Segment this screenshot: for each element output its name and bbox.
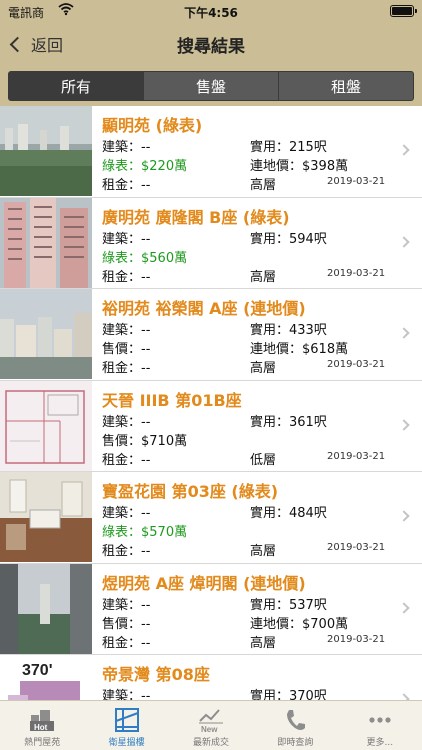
listing-list: 顯明苑 (綠表) 建築：-- 實用：215呎 綠表：$220萬 連地價：$398… (0, 106, 422, 700)
gross-area: 建築：-- (102, 597, 151, 613)
rent: 租金：-- (102, 544, 151, 559)
chevron-right-icon (398, 601, 410, 614)
phone-icon (287, 710, 306, 730)
land-premium-price: 連地價：$700萬 (250, 616, 349, 632)
navigation-bar: 返回 搜尋結果 (0, 22, 422, 64)
tab-instant-enquiry[interactable]: 即時查詢 (253, 701, 337, 750)
usable-area: 實用：484呎 (250, 506, 327, 521)
rent: 租金：-- (102, 269, 151, 285)
property-photo (0, 563, 92, 654)
floor-level: 低層 (250, 452, 277, 468)
filter-bar: 所有 售盤 租盤 (0, 64, 422, 106)
gross-area: 建築：-- (102, 231, 151, 247)
usable-area: 實用：370呎 (250, 689, 327, 700)
chevron-right-icon (398, 144, 410, 156)
listing-row[interactable]: 廣明苑 廣隆閣 B座 (綠表) 建築：-- 實用：594呎 綠表：$560萬 租… (0, 197, 422, 289)
usable-area: 實用：361呎 (250, 414, 327, 430)
usable-area: 實用：215呎 (250, 140, 327, 155)
sale-price: 售價：-- (102, 616, 151, 632)
gross-area: 建築：-- (102, 140, 151, 155)
listing-row[interactable]: 天晉 IIIB 第01B座 建築：-- 實用：361呎 售價：$710萬 租金：… (0, 380, 422, 472)
usable-area: 實用：594呎 (250, 231, 327, 247)
tab-latest-transactions[interactable]: New 最新成交 (169, 701, 253, 750)
rent: 租金：-- (102, 635, 151, 651)
listing-date: 2019-03-21 (327, 267, 386, 279)
page-title: 搜尋結果 (177, 37, 245, 57)
land-premium-price: 連地價：$398萬 (250, 159, 349, 174)
floor-level: 高層 (250, 361, 277, 376)
rent: 租金：-- (102, 452, 151, 468)
listing-title: 寶盈花園 第03座 (綠表) (102, 482, 279, 501)
listing-row[interactable]: 煜明苑 A座 煒明閣 (連地價) 建築：-- 實用：537呎 售價：-- 連地價… (0, 563, 422, 655)
listing-row[interactable]: 顯明苑 (綠表) 建築：-- 實用：215呎 綠表：$220萬 連地價：$398… (0, 106, 422, 198)
hot-badge: Hot (34, 723, 48, 732)
sale-price: 售價：$710萬 (102, 433, 188, 449)
property-photo (0, 472, 92, 562)
floor-plan-area-label: 370' (22, 662, 53, 679)
listing-row[interactable]: 裕明苑 裕榮閣 A座 (連地價) 建築：-- 實用：433呎 售價：-- 連地價… (0, 289, 422, 381)
new-badge: New (201, 725, 218, 733)
floor-level: 高層 (250, 269, 277, 285)
listing-row[interactable]: 370' 帝景灣 第08座 建築：-- 實用：370呎 (0, 655, 422, 700)
rent: 租金：-- (102, 178, 151, 193)
listing-title: 帝景灣 第08座 (102, 665, 210, 684)
floor-plan-image (0, 380, 92, 471)
listing-date: 2019-03-21 (327, 450, 386, 462)
chevron-right-icon (398, 693, 410, 700)
tab-label: 最新成交 (193, 738, 230, 748)
listing-title: 天晉 IIIB 第01B座 (102, 390, 242, 410)
listing-date: 2019-03-21 (327, 633, 386, 645)
floor-level: 高層 (250, 544, 277, 559)
clock: 下午4:56 (184, 6, 238, 20)
listing-row[interactable]: 寶盈花園 第03座 (綠表) 建築：-- 實用：484呎 綠表：$570萬 租金… (0, 472, 422, 564)
tab-label: 衛星搵樓 (108, 738, 145, 748)
status-bar: 電訊商 下午4:56 (0, 0, 422, 22)
green-form-price: 綠表：$570萬 (102, 525, 188, 540)
usable-area: 實用：433呎 (250, 323, 327, 338)
tab-bar: Hot 熱門屋苑 衛星搵樓 New 最新成交 即時查詢 更多... (0, 700, 422, 750)
floor-level: 高層 (250, 635, 277, 651)
gross-area: 建築：-- (102, 689, 151, 700)
hot-building-icon: Hot (30, 710, 55, 732)
listing-title: 廣明苑 廣隆閣 B座 (綠表) (102, 207, 290, 227)
property-photo (0, 289, 92, 379)
tab-more[interactable]: 更多... (338, 701, 422, 750)
listing-date: 2019-03-21 (327, 176, 386, 187)
chevron-right-icon (398, 418, 410, 431)
chevron-right-icon (398, 235, 410, 248)
land-premium-price: 連地價：$618萬 (250, 342, 349, 357)
chevron-right-icon (398, 510, 410, 522)
listing-date: 2019-03-21 (327, 359, 386, 370)
gross-area: 建築：-- (102, 414, 151, 430)
property-photo (0, 106, 92, 196)
tab-hot-estates[interactable]: Hot 熱門屋苑 (0, 701, 84, 750)
floor-plan-image: 370' (0, 655, 92, 700)
tab-label: 即時查詢 (277, 738, 314, 748)
new-trend-icon: New (199, 709, 224, 733)
gross-area: 建築：-- (102, 323, 151, 338)
battery-icon (390, 5, 417, 17)
listing-title: 顯明苑 (綠表) (102, 116, 203, 135)
listing-date: 2019-03-21 (327, 542, 386, 553)
more-icon (369, 717, 391, 723)
usable-area: 實用：537呎 (250, 597, 327, 613)
listing-title: 裕明苑 裕榮閣 A座 (連地價) (102, 299, 306, 318)
segment-all[interactable]: 所有 (9, 72, 144, 100)
segment-rent[interactable]: 租盤 (279, 72, 413, 100)
rent: 租金：-- (102, 361, 151, 376)
green-form-price: 綠表：$560萬 (102, 250, 188, 266)
property-photo (0, 197, 92, 288)
segment-sale[interactable]: 售盤 (144, 72, 279, 100)
tab-label: 熱門屋苑 (24, 738, 61, 748)
segmented-control: 所有 售盤 租盤 (8, 71, 414, 101)
sale-price: 售價：-- (102, 342, 151, 357)
satellite-map-icon (114, 708, 139, 732)
green-form-price: 綠表：$220萬 (102, 159, 188, 174)
listing-title: 煜明苑 A座 煒明閣 (連地價) (102, 573, 306, 593)
floor-level: 高層 (250, 178, 277, 193)
tab-satellite-search[interactable]: 衛星搵樓 (84, 701, 168, 750)
chevron-right-icon (398, 327, 410, 339)
tab-label: 更多... (366, 738, 394, 748)
gross-area: 建築：-- (102, 506, 151, 521)
